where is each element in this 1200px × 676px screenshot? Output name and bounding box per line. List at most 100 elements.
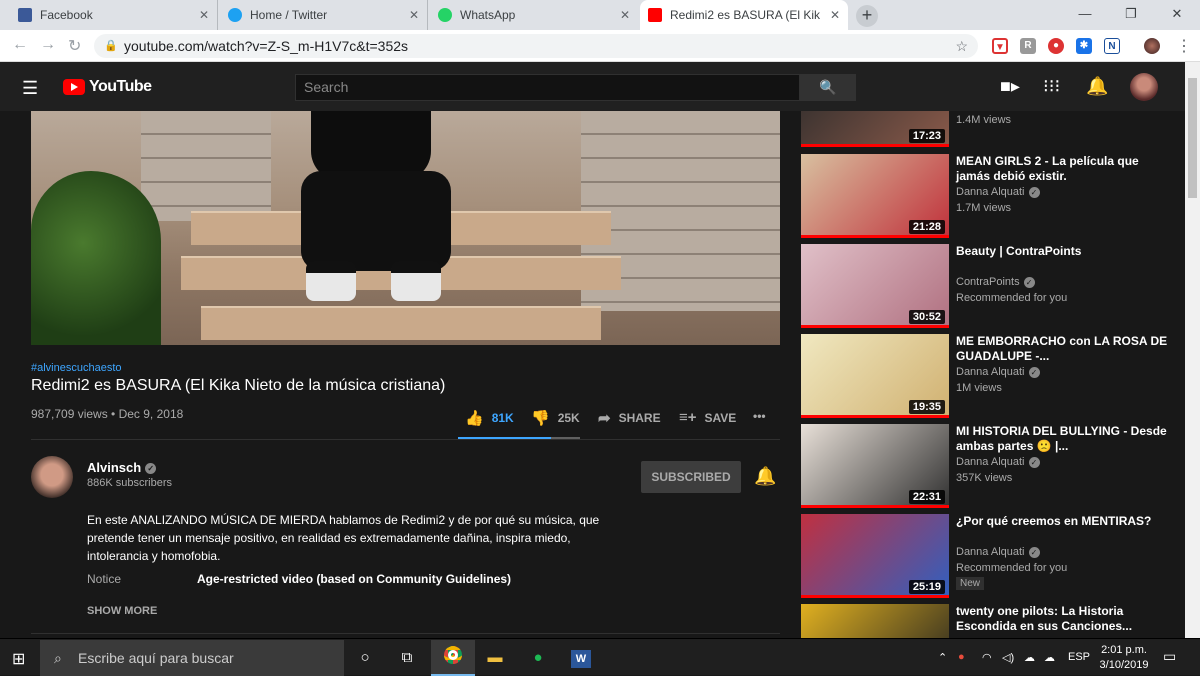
video-thumbnail[interactable]: 19:35 (801, 334, 949, 418)
video-duration: 17:23 (908, 129, 945, 143)
chrome-icon[interactable] (441, 646, 465, 670)
taskbar-clock[interactable]: 2:01 p.m. 3/10/2019 (1094, 643, 1154, 673)
back-icon[interactable]: ← (12, 36, 28, 54)
related-video-title[interactable]: ME EMBORRACHO con LA ROSA DE GUADALUPE -… (956, 334, 1176, 364)
apps-grid-icon[interactable]: ⁝⁝⁝ (1043, 76, 1060, 97)
reload-icon[interactable]: ↻ (68, 36, 81, 56)
create-video-icon[interactable]: ■▸ (1000, 76, 1020, 97)
show-more-button[interactable]: SHOW MORE (87, 605, 157, 617)
related-video-title[interactable]: MI HISTORIA DEL BULLYING - Desde ambas p… (956, 424, 1176, 454)
subscribe-button[interactable]: SUBSCRIBED (641, 461, 741, 493)
dislike-button[interactable]: 👎 25K (531, 409, 580, 427)
video-player[interactable] (31, 111, 780, 345)
cloud-icon[interactable]: ☁ (1044, 651, 1055, 664)
word-icon[interactable]: W (569, 646, 593, 670)
pocket-extension-icon[interactable]: ▼ (992, 38, 1008, 54)
taskbar-search-box[interactable]: ⌕ Escribe aquí para buscar (40, 640, 344, 676)
channel-text: Danna Alquati (956, 186, 1025, 198)
profile-avatar[interactable] (1144, 38, 1160, 54)
youtube-header: ☰ YouTube Search 🔍 ■▸ ⁝⁝⁝ 🔔 (0, 62, 1185, 111)
tab-twitter[interactable]: Home / Twitter ✕ (220, 0, 428, 30)
related-video-title[interactable]: twenty one pilots: La Historia Escondida… (956, 604, 1176, 634)
search-input[interactable]: Search (295, 74, 800, 101)
address-bar[interactable]: 🔒 youtube.com/watch?v=Z-S_m-H1V7c&t=352s… (94, 34, 978, 58)
related-video-channel[interactable]: Danna Alquati ✓ (956, 366, 1040, 378)
close-icon[interactable]: ✕ (830, 8, 840, 22)
tab-whatsapp[interactable]: WhatsApp ✕ (430, 0, 638, 30)
like-button[interactable]: 👍 81K (465, 409, 514, 427)
video-thumbnail[interactable]: 30:52 (801, 244, 949, 328)
tab-facebook[interactable]: Facebook ✕ (10, 0, 218, 30)
related-video-title[interactable]: ¿Por qué creemos en MENTIRAS? (956, 514, 1176, 529)
action-center-icon[interactable]: ▭ (1163, 648, 1176, 665)
video-thumbnail[interactable]: 17:23 (801, 111, 949, 147)
watched-progress-bar (801, 595, 949, 598)
channel-text: Danna Alquati (956, 456, 1025, 468)
related-video-item[interactable]: 22:31 MI HISTORIA DEL BULLYING - Desde am… (801, 424, 1185, 508)
extension-icon[interactable]: N (1104, 38, 1120, 54)
cortana-icon[interactable]: ○ (353, 646, 377, 670)
forward-icon[interactable]: → (40, 36, 56, 54)
extension-icon[interactable]: R (1020, 38, 1036, 54)
new-tab-button[interactable]: + (856, 5, 878, 27)
related-video-item[interactable]: 30:52 Beauty | ContraPoints ContraPoints ✓ R… (801, 244, 1185, 328)
task-view-icon[interactable]: ⧉ (395, 646, 419, 670)
channel-avatar[interactable] (31, 456, 73, 498)
account-avatar[interactable] (1130, 73, 1158, 101)
tab-youtube-active[interactable]: Redimi2 es BASURA (El Kika ✕ (640, 0, 848, 30)
onedrive-icon[interactable]: ☁ (1024, 651, 1035, 664)
menu-dots-icon[interactable]: ⋮ (1176, 36, 1192, 56)
related-video-channel[interactable]: Danna Alquati ✓ (956, 186, 1040, 198)
file-explorer-icon[interactable]: ▬ (483, 646, 507, 670)
share-button[interactable]: ➦ SHARE (598, 409, 661, 427)
more-dots-icon: ••• (753, 409, 766, 423)
related-video-channel[interactable]: Danna Alquati ✓ (956, 456, 1040, 468)
channel-name[interactable]: Alvinsch ✓ (87, 460, 157, 475)
close-icon[interactable]: ✕ (409, 8, 419, 22)
notification-bell-icon[interactable]: 🔔 (754, 466, 776, 487)
related-video-title[interactable]: MEAN GIRLS 2 - La película que jamás deb… (956, 154, 1176, 184)
video-thumbnail[interactable]: 22:31 (801, 424, 949, 508)
save-label: SAVE (704, 410, 737, 425)
close-icon[interactable]: ✕ (620, 8, 630, 22)
verified-icon: ✓ (1028, 546, 1040, 558)
adblock-extension-icon[interactable]: ● (1048, 38, 1064, 54)
tray-chevron-icon[interactable]: ⌃ (938, 651, 947, 664)
related-video-item[interactable]: 21:28 MEAN GIRLS 2 - La película que jamá… (801, 154, 1185, 238)
dislike-count: 25K (557, 411, 580, 425)
windows-start-icon[interactable]: ⊞ (12, 649, 25, 669)
related-video-item[interactable]: twenty one pilots: La Historia Escondida… (801, 604, 1185, 638)
youtube-logo[interactable]: YouTube (63, 78, 152, 96)
extension-icon[interactable]: ✱ (1076, 38, 1092, 54)
video-hashtag[interactable]: #alvinescuchaesto (31, 362, 122, 374)
more-actions-button[interactable]: ••• (753, 409, 766, 423)
related-video-channel[interactable]: Danna Alquati ✓ (956, 546, 1040, 558)
related-video-item[interactable]: 17:23 1.4M views (801, 111, 1185, 147)
search-button[interactable]: 🔍 (800, 74, 856, 101)
close-icon[interactable]: ✕ (199, 8, 209, 22)
related-video-views: 357K views (956, 472, 1013, 484)
bookmark-star-icon[interactable]: ☆ (955, 34, 968, 58)
related-video-item[interactable]: 25:19 ¿Por qué creemos en MENTIRAS? Danna … (801, 514, 1185, 598)
related-video-item[interactable]: 19:35 ME EMBORRACHO con LA ROSA DE GUADAL… (801, 334, 1185, 418)
close-window-button[interactable]: ✕ (1154, 0, 1200, 30)
related-video-title[interactable]: Beauty | ContraPoints (956, 244, 1176, 259)
scrollbar-thumb[interactable] (1188, 78, 1197, 198)
tab-label: WhatsApp (460, 8, 516, 22)
hamburger-menu-icon[interactable]: ☰ (22, 78, 38, 99)
save-button[interactable]: ≡+ SAVE (679, 409, 736, 426)
notifications-bell-icon[interactable]: 🔔 (1086, 76, 1108, 97)
restore-button[interactable]: ❐ (1108, 0, 1154, 30)
related-video-channel[interactable]: ContraPoints ✓ (956, 276, 1035, 288)
video-thumbnail[interactable]: 21:28 (801, 154, 949, 238)
channel-name-text: Alvinsch (87, 460, 142, 475)
spotify-icon[interactable]: ● (526, 646, 550, 670)
minimize-button[interactable]: — (1062, 0, 1108, 30)
volume-icon[interactable]: ◁) (1002, 651, 1014, 664)
video-frame-pillar (141, 111, 271, 221)
video-thumbnail[interactable]: 25:19 (801, 514, 949, 598)
wifi-icon[interactable]: ◠ (982, 651, 992, 664)
input-language[interactable]: ESP (1068, 651, 1090, 663)
tray-app-icon[interactable]: ● (958, 651, 965, 663)
video-thumbnail[interactable] (801, 604, 949, 638)
